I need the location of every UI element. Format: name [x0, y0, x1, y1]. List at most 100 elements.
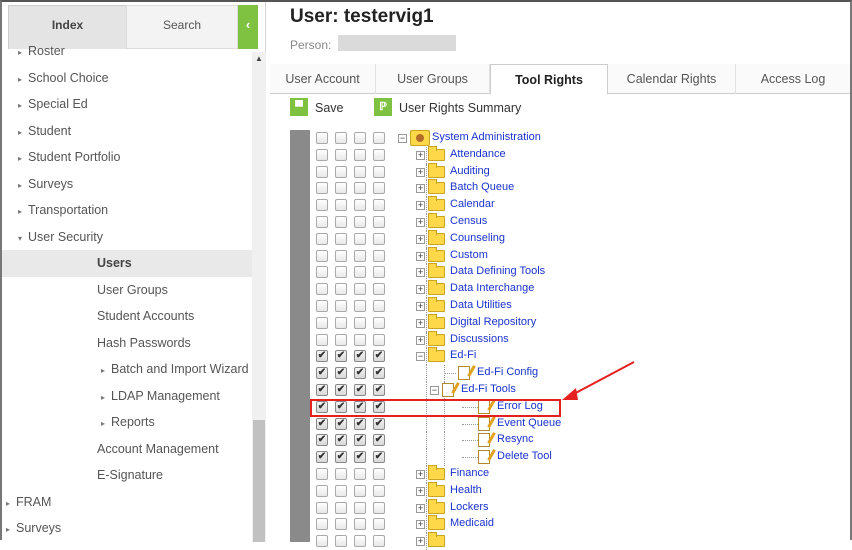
right-checkbox[interactable] — [373, 501, 385, 514]
sidebar-item-student-accounts[interactable]: Student Accounts — [2, 303, 252, 330]
sidebar-item-school-choice[interactable]: ▸ School Choice — [2, 65, 252, 92]
right-checkbox[interactable] — [354, 182, 366, 195]
user-rights-summary-button[interactable]: ℙ User Rights Summary — [374, 98, 544, 120]
right-checkbox[interactable] — [354, 484, 366, 497]
tab-access-log[interactable]: Access Log — [736, 64, 850, 94]
sidebar-item-reports[interactable]: ▸ Reports — [2, 409, 252, 436]
expand-icon[interactable]: + — [416, 537, 425, 547]
right-checkbox[interactable] — [354, 266, 366, 279]
right-checkbox[interactable]: ✔ — [316, 350, 328, 363]
right-checkbox[interactable]: ✔ — [335, 434, 347, 447]
right-checkbox[interactable] — [335, 199, 347, 212]
sidebar-item-users[interactable]: Users — [2, 250, 252, 277]
right-checkbox[interactable] — [373, 467, 385, 480]
right-checkbox[interactable] — [316, 467, 328, 480]
right-checkbox[interactable] — [335, 165, 347, 178]
right-checkbox[interactable] — [373, 518, 385, 531]
tree-node-label[interactable]: Data Defining Tools — [450, 265, 545, 277]
right-checkbox[interactable] — [316, 518, 328, 531]
tab-calendar-rights[interactable]: Calendar Rights — [608, 64, 736, 94]
scrollbar-thumb[interactable] — [253, 420, 265, 542]
sidebar-item-roster[interactable]: ▸ Roster — [2, 38, 252, 65]
sidebar-item-surveys[interactable]: ▸ Surveys — [2, 171, 252, 198]
expand-icon[interactable]: + — [416, 184, 425, 194]
tab-user-account[interactable]: User Account — [270, 64, 376, 94]
right-checkbox[interactable] — [335, 535, 347, 548]
right-checkbox[interactable] — [335, 299, 347, 312]
sidebar-item-user-groups[interactable]: User Groups — [2, 277, 252, 304]
tree-node-label[interactable]: Event Queue — [497, 417, 561, 429]
sidebar-item-student-portfolio[interactable]: ▸ Student Portfolio — [2, 144, 252, 171]
tree-node-label[interactable]: Ed-Fi Tools — [461, 383, 516, 395]
sidebar-item-special-ed[interactable]: ▸ Special Ed — [2, 91, 252, 118]
tree-node-label[interactable]: Medicaid — [450, 517, 494, 529]
expand-icon[interactable]: + — [416, 503, 425, 513]
tab-tool-rights[interactable]: Tool Rights — [490, 64, 608, 95]
tree-node-label[interactable]: Lockers — [450, 501, 489, 513]
collapse-icon[interactable]: − — [430, 385, 439, 395]
expand-icon[interactable]: + — [416, 167, 425, 177]
sidebar-item-user-security[interactable]: ▾ User Security — [2, 224, 252, 251]
tree-node-label[interactable]: Auditing — [450, 165, 490, 177]
right-checkbox[interactable] — [354, 299, 366, 312]
tree-node-label[interactable]: Discussions — [450, 333, 509, 345]
right-checkbox[interactable] — [316, 316, 328, 329]
right-checkbox[interactable]: ✔ — [316, 383, 328, 396]
right-checkbox[interactable] — [316, 266, 328, 279]
sidebar-item-e-signature[interactable]: E-Signature — [2, 462, 252, 489]
right-checkbox[interactable] — [335, 182, 347, 195]
tree-node-label[interactable]: Ed-Fi — [450, 349, 476, 361]
right-checkbox[interactable] — [335, 232, 347, 245]
tree-node-label[interactable]: Calendar — [450, 198, 495, 210]
right-checkbox[interactable]: ✔ — [316, 434, 328, 447]
right-checkbox[interactable] — [335, 518, 347, 531]
expand-icon[interactable]: + — [416, 251, 425, 261]
sidebar-item-hash-passwords[interactable]: Hash Passwords — [2, 330, 252, 357]
right-checkbox[interactable] — [316, 249, 328, 262]
tree-node-label[interactable]: System Administration — [432, 131, 541, 143]
right-checkbox[interactable] — [316, 148, 328, 161]
right-checkbox[interactable]: ✔ — [373, 434, 385, 447]
expand-icon[interactable]: + — [416, 335, 425, 345]
right-checkbox[interactable] — [373, 132, 385, 144]
right-checkbox[interactable] — [335, 148, 347, 161]
right-checkbox[interactable]: ✔ — [316, 367, 328, 380]
right-checkbox[interactable]: ✔ — [335, 367, 347, 380]
right-checkbox[interactable] — [316, 165, 328, 178]
right-checkbox[interactable] — [373, 232, 385, 245]
tree-node-label[interactable]: Finance — [450, 467, 489, 479]
tree-node-label[interactable]: Delete Tool — [497, 450, 552, 462]
expand-icon[interactable]: + — [416, 268, 425, 278]
tree-node-label[interactable]: Health — [450, 484, 482, 496]
right-checkbox[interactable] — [373, 266, 385, 279]
right-checkbox[interactable] — [354, 249, 366, 262]
tree-node-label[interactable]: Resync — [497, 433, 534, 445]
right-checkbox[interactable] — [354, 215, 366, 228]
right-checkbox[interactable] — [335, 266, 347, 279]
right-checkbox[interactable]: ✔ — [373, 383, 385, 396]
right-checkbox[interactable]: ✔ — [373, 417, 385, 430]
right-checkbox[interactable] — [354, 316, 366, 329]
right-checkbox[interactable] — [316, 299, 328, 312]
right-checkbox[interactable] — [354, 199, 366, 212]
right-checkbox[interactable] — [316, 232, 328, 245]
right-checkbox[interactable] — [354, 501, 366, 514]
right-checkbox[interactable]: ✔ — [354, 350, 366, 363]
right-checkbox[interactable] — [373, 299, 385, 312]
right-checkbox[interactable]: ✔ — [354, 367, 366, 380]
right-checkbox[interactable]: ✔ — [316, 451, 328, 464]
right-checkbox[interactable] — [373, 148, 385, 161]
right-checkbox[interactable] — [373, 283, 385, 296]
tree-node-label[interactable]: Counseling — [450, 232, 505, 244]
right-checkbox[interactable]: ✔ — [373, 367, 385, 380]
right-checkbox[interactable] — [354, 333, 366, 346]
right-checkbox[interactable] — [373, 165, 385, 178]
expand-icon[interactable]: + — [416, 520, 425, 530]
sidebar-item-account-management[interactable]: Account Management — [2, 436, 252, 463]
scroll-up-arrow-icon[interactable]: ▲ — [252, 52, 266, 66]
right-checkbox[interactable] — [373, 333, 385, 346]
right-checkbox[interactable] — [335, 132, 347, 144]
right-checkbox[interactable] — [373, 215, 385, 228]
right-checkbox[interactable]: ✔ — [354, 451, 366, 464]
sidebar-item-ldap-management[interactable]: ▸ LDAP Management — [2, 383, 252, 410]
